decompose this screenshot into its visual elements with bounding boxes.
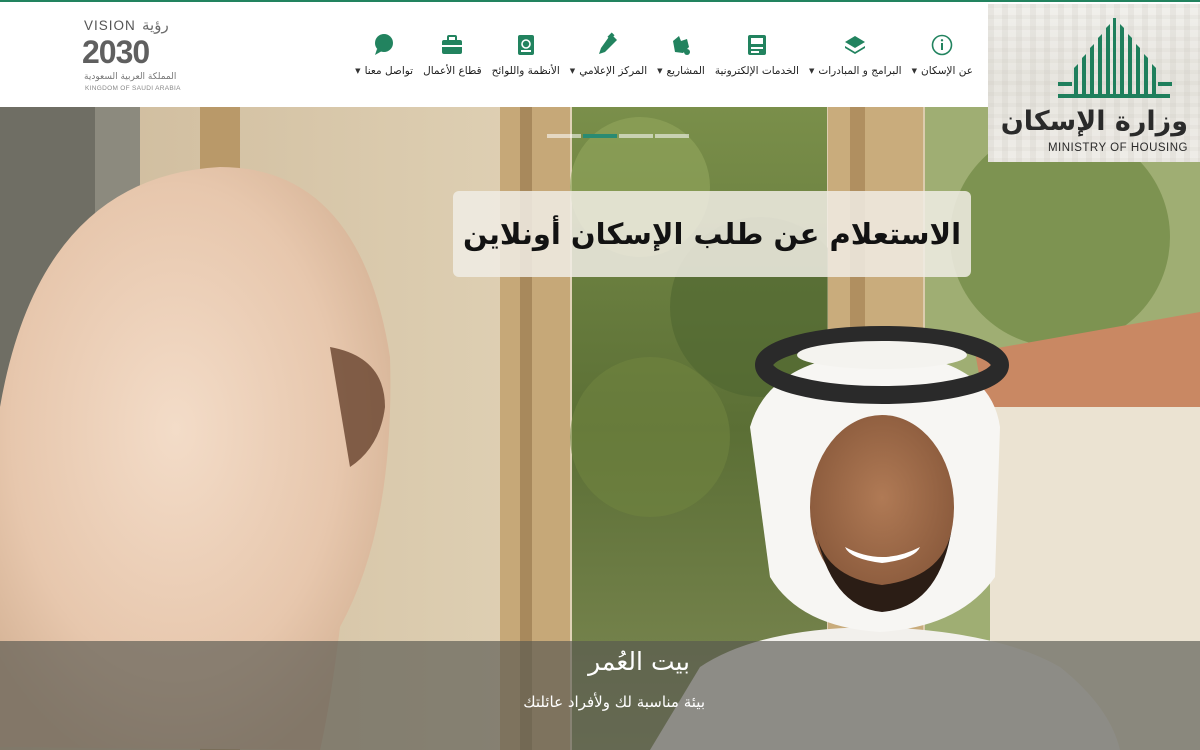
vision-title-ar: رؤية (142, 16, 169, 34)
nav-label: الخدمات الإلكترونية (714, 65, 799, 77)
chat-icon (371, 32, 397, 58)
main-nav: عن الإسكان ▼ البرامج و المبادرات ▼ الخدمات… (350, 32, 978, 92)
nav-item-about[interactable]: عن الإسكان ▼ (907, 32, 978, 92)
slider-pagination (547, 134, 689, 138)
chevron-down-icon: ▼ (911, 67, 917, 75)
slide-caption-subtitle: بيئة مناسبة لك ولأفراد عائلتك (523, 693, 705, 711)
kingdom-name-ar: المملكة العربية السعودية (84, 72, 177, 82)
nav-item-regulations[interactable]: الأنظمة واللوائح (487, 32, 565, 92)
projects-icon (668, 32, 694, 58)
slider-dot-2[interactable] (583, 134, 617, 138)
vision-year: 2030 (82, 34, 150, 70)
nav-label: المشاريع (666, 65, 705, 77)
info-icon (929, 32, 955, 58)
nav-item-business-sector[interactable]: قطاع الأعمال (418, 32, 487, 92)
nav-label: تواصل معنا (364, 65, 414, 77)
nav-label: عن الإسكان (920, 65, 973, 77)
nav-label: قطاع الأعمال (423, 65, 482, 77)
nav-label: الأنظمة واللوائح (491, 65, 560, 77)
nav-item-projects[interactable]: المشاريع ▼ (652, 32, 710, 92)
briefcase-icon (439, 32, 465, 58)
eservices-icon (744, 32, 770, 58)
ministry-name-ar: وزارة الإسكان (1000, 106, 1188, 137)
nav-label: المركز الإعلامي (579, 65, 648, 77)
nav-item-media-center[interactable]: المركز الإعلامي ▼ (565, 32, 652, 92)
nav-item-eservices[interactable]: الخدمات الإلكترونية (710, 32, 804, 92)
slider-dot-4[interactable] (655, 134, 689, 138)
pen-icon (595, 32, 621, 58)
slide-caption: بيت العُمر بيئة مناسبة لك ولأفراد عائلتك (0, 641, 1200, 750)
layers-icon (842, 32, 868, 58)
vision-title: VISION (84, 18, 136, 33)
regulations-icon (513, 32, 539, 58)
chevron-down-icon: ▼ (355, 67, 361, 75)
housing-ministry-emblem (1058, 18, 1172, 98)
hero-slider[interactable]: الاستعلام عن طلب الإسكان أونلاين بيت الع… (0, 107, 1200, 750)
ministry-of-housing-logo[interactable]: وزارة الإسكان MINISTRY OF HOUSING (988, 4, 1200, 162)
chevron-down-icon: ▼ (657, 67, 663, 75)
headline-text: الاستعلام عن طلب الإسكان أونلاين (462, 217, 962, 251)
ministry-name-en: MINISTRY OF HOUSING (1047, 142, 1188, 154)
vision-2030-logo[interactable]: VISION رؤية 2030 المملكة العربية السعودي… (82, 16, 192, 96)
headline-banner: الاستعلام عن طلب الإسكان أونلاين (453, 191, 971, 277)
nav-label: البرامج و المبادرات (818, 65, 902, 77)
kingdom-name-en: KINGDOM OF SAUDI ARABIA (85, 85, 181, 92)
chevron-down-icon: ▼ (569, 67, 576, 75)
nav-item-programs[interactable]: البرامج و المبادرات ▼ (804, 32, 907, 92)
chevron-down-icon: ▼ (808, 67, 815, 75)
slide-caption-title: بيت العُمر (588, 647, 690, 676)
site-header: VISION رؤية 2030 المملكة العربية السعودي… (0, 0, 1200, 162)
slider-dot-3[interactable] (619, 134, 653, 138)
slider-dot-1[interactable] (547, 134, 581, 138)
nav-item-contact-us[interactable]: تواصل معنا ▼ (350, 32, 418, 92)
